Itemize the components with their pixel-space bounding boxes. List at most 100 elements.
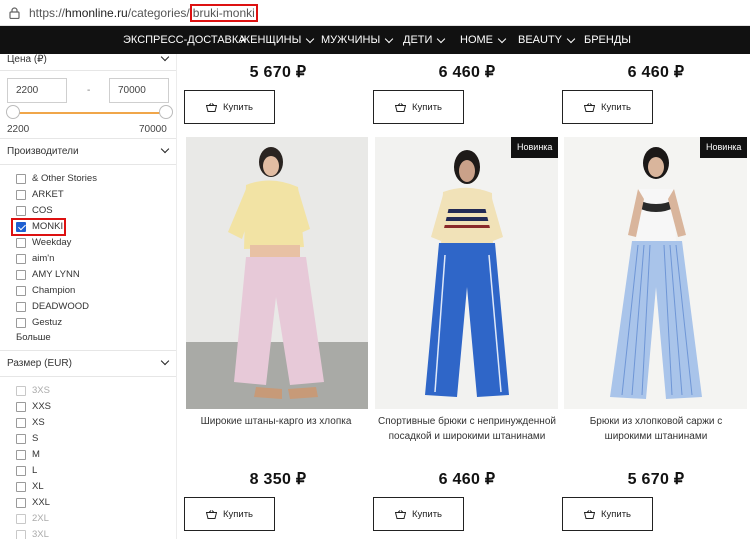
nav-item-label: BEAUTY: [518, 34, 563, 46]
brand-label: Gestuz: [32, 317, 63, 328]
brand-option-champion[interactable]: Champion: [16, 285, 75, 296]
nav-item-women[interactable]: ЖЕНЩИНЫ: [240, 34, 315, 46]
size-option-3xl[interactable]: 3XL: [16, 529, 49, 539]
nav-item-men[interactable]: МУЖЧИНЫ: [321, 34, 394, 46]
nav-item-beauty[interactable]: BEAUTY: [518, 34, 576, 46]
brand-option-other-stories[interactable]: & Other Stories: [16, 173, 97, 184]
chevron-down-icon[interactable]: [160, 356, 170, 366]
checkbox[interactable]: [16, 497, 26, 508]
brand-option-amy-lynn[interactable]: AMY LYNN: [16, 269, 80, 280]
cart-icon: [205, 509, 217, 519]
chevron-down-icon[interactable]: [160, 144, 170, 154]
checkbox[interactable]: [16, 269, 26, 280]
product-price: 8 350 ₽: [249, 471, 307, 488]
size-option-3xs[interactable]: 3XS: [16, 385, 50, 396]
size-option-xxl[interactable]: XXL: [16, 497, 50, 508]
product-price: 6 460 ₽: [438, 64, 496, 81]
size-label: L: [32, 465, 38, 476]
buy-button[interactable]: Купить: [184, 497, 275, 531]
price-max-input[interactable]: 70000: [109, 78, 169, 103]
size-option-2xl[interactable]: 2XL: [16, 513, 49, 524]
brand-option-aimn[interactable]: aim'n: [16, 253, 54, 264]
checkbox[interactable]: [16, 513, 26, 524]
brand-label: AMY LYNN: [32, 269, 80, 280]
checkbox[interactable]: [16, 237, 26, 248]
monki-highlight-box: [11, 218, 66, 236]
product-name[interactable]: Широкие штаны-карго из хлопка: [186, 414, 366, 429]
buy-button-label: Купить: [600, 101, 632, 113]
size-option-s[interactable]: S: [16, 433, 38, 444]
size-option-xxs[interactable]: XXS: [16, 401, 51, 412]
price-filter-title[interactable]: Цена (₽): [7, 54, 47, 65]
brand-option-arket[interactable]: ARKET: [16, 189, 64, 200]
chevron-down-icon: [566, 34, 576, 43]
brands-show-more-link[interactable]: Больше: [16, 332, 51, 343]
checkbox[interactable]: [16, 433, 26, 444]
checkbox[interactable]: [16, 189, 26, 200]
chevron-down-icon[interactable]: [160, 54, 170, 62]
size-label: XXS: [32, 401, 52, 412]
browser-address-bar[interactable]: https://hmonline.ru/categories/bruki-mon…: [0, 0, 750, 26]
size-label: S: [32, 433, 39, 444]
buy-button[interactable]: Купить: [562, 497, 653, 531]
size-label: XL: [32, 481, 44, 492]
product-price: 5 670 ₽: [627, 471, 685, 488]
url-text[interactable]: https://hmonline.ru/categories/bruki-mon…: [29, 4, 258, 22]
size-label: M: [32, 449, 40, 460]
size-option-l[interactable]: L: [16, 465, 37, 476]
brand-label: aim'n: [32, 253, 55, 264]
product-name[interactable]: Спортивные брюки с непринужденной посадк…: [377, 414, 557, 444]
brands-filter-title[interactable]: Производители: [7, 146, 79, 157]
chevron-down-icon: [437, 34, 446, 43]
checkbox[interactable]: [16, 385, 26, 396]
brand-option-deadwood[interactable]: DEADWOOD: [16, 301, 89, 312]
price-slider-min-handle[interactable]: [6, 105, 20, 119]
price-slider-track[interactable]: [12, 112, 166, 114]
size-label: 2XL: [32, 513, 49, 524]
price-slider-max-handle[interactable]: [159, 105, 173, 119]
checkbox[interactable]: [16, 253, 26, 264]
checkbox[interactable]: [16, 173, 26, 184]
nav-item-brands[interactable]: БРЕНДЫ: [584, 34, 631, 46]
checkbox[interactable]: [16, 449, 26, 460]
buy-button[interactable]: Купить: [373, 90, 464, 124]
product-name[interactable]: Брюки из хлопковой саржи с широкими штан…: [566, 414, 746, 444]
nav-item-express-delivery[interactable]: ЭКСПРЕСС-ДОСТАВКА: [123, 34, 246, 46]
product-image[interactable]: [375, 137, 558, 409]
checkbox[interactable]: [16, 465, 26, 476]
price-range-max-label: 70000: [139, 124, 167, 135]
buy-button-label: Купить: [222, 101, 254, 113]
price-min-input[interactable]: 2200: [7, 78, 67, 103]
brand-option-weekday[interactable]: Weekday: [16, 237, 71, 248]
product-image[interactable]: [564, 137, 747, 409]
product-image[interactable]: [186, 137, 368, 409]
size-option-m[interactable]: M: [16, 449, 40, 460]
checkbox[interactable]: [16, 301, 26, 312]
checkbox[interactable]: [16, 529, 26, 539]
nav-item-label: БРЕНДЫ: [584, 34, 632, 46]
checkbox[interactable]: [16, 417, 26, 428]
nav-item-label: ЭКСПРЕСС-ДОСТАВКА: [123, 34, 246, 46]
size-label: XXL: [32, 497, 50, 508]
nav-item-home[interactable]: HOME: [460, 34, 507, 46]
buy-button[interactable]: Купить: [373, 497, 464, 531]
checkbox[interactable]: [16, 205, 26, 216]
new-badge: Новинка: [511, 137, 559, 158]
size-option-xs[interactable]: XS: [16, 417, 45, 428]
brand-option-gestuz[interactable]: Gestuz: [16, 317, 62, 328]
buy-button-label: Купить: [600, 508, 632, 520]
buy-button[interactable]: Купить: [562, 90, 653, 124]
checkbox[interactable]: [16, 317, 26, 328]
size-option-xl[interactable]: XL: [16, 481, 44, 492]
cart-icon: [583, 102, 595, 112]
buy-button[interactable]: Купить: [184, 90, 275, 124]
checkbox[interactable]: [16, 401, 26, 412]
checkbox[interactable]: [16, 285, 26, 296]
nav-item-kids[interactable]: ДЕТИ: [403, 34, 446, 46]
brand-option-cos[interactable]: COS: [16, 205, 53, 216]
divider: [0, 138, 176, 139]
cart-icon: [394, 102, 406, 112]
checkbox[interactable]: [16, 481, 26, 492]
size-filter-title[interactable]: Размер (EUR): [7, 358, 72, 369]
price-range-dash: -: [87, 85, 91, 96]
